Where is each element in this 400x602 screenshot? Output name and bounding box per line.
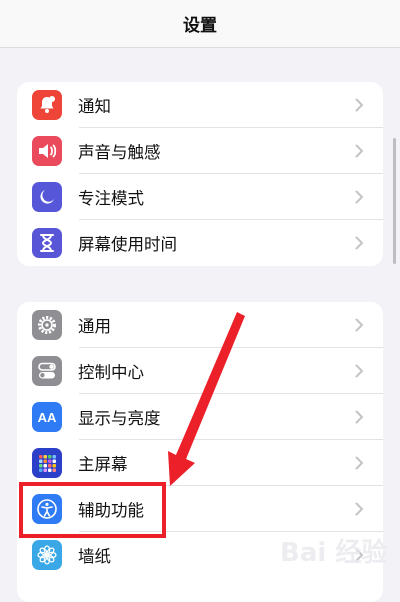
chevron-right-icon [349, 410, 369, 424]
chevron-right-icon [349, 318, 369, 332]
settings-row-accessibility[interactable]: 辅助功能 [17, 486, 383, 532]
settings-row-notifications[interactable]: 通知 [17, 82, 383, 128]
settings-row-label: 辅助功能 [78, 501, 144, 520]
settings-row-sounds[interactable]: 声音与触感 [17, 128, 383, 174]
chevron-right-icon [349, 236, 369, 250]
settings-row-home-screen[interactable]: 主屏幕 [17, 440, 383, 486]
settings-row-general[interactable]: 通用 [17, 302, 383, 348]
settings-row-label: 专注模式 [78, 189, 144, 208]
settings-row-label: 通用 [78, 317, 111, 336]
aa-icon-text: AA [37, 409, 57, 425]
settings-group-2: 通用 控制中心 AA 显示与亮度 主屏幕 辅助功能 墙纸 [17, 302, 383, 602]
chevron-right-icon [349, 190, 369, 204]
chevron-right-icon [349, 98, 369, 112]
aa-icon: AA [32, 402, 62, 432]
chevron-right-icon [349, 502, 369, 516]
settings-row-label: 声音与触感 [78, 143, 161, 162]
bell-icon [32, 90, 62, 120]
accessibility-icon [32, 494, 62, 524]
settings-row-screen-time[interactable]: 屏幕使用时间 [17, 220, 383, 266]
toggles-icon [32, 356, 62, 386]
settings-row-focus[interactable]: 专注模式 [17, 174, 383, 220]
settings-row-label: 通知 [78, 97, 111, 116]
chevron-right-icon [349, 456, 369, 470]
settings-row-label: 墙纸 [78, 547, 111, 566]
moon-icon [32, 182, 62, 212]
navigation-bar: 设置 [0, 0, 400, 48]
chevron-right-icon [349, 548, 369, 562]
scrollbar[interactable] [393, 138, 396, 264]
settings-row-label: 显示与亮度 [78, 409, 161, 428]
settings-group-1: 通知 声音与触感 专注模式 屏幕使用时间 [17, 82, 383, 266]
hourglass-icon [32, 228, 62, 258]
home-grid-icon [32, 448, 62, 478]
chevron-right-icon [349, 364, 369, 378]
chevron-right-icon [349, 144, 369, 158]
page-title: 设置 [183, 16, 217, 36]
speaker-icon [32, 136, 62, 166]
settings-row-wallpaper[interactable]: 墙纸 [17, 532, 383, 578]
settings-row-label: 控制中心 [78, 363, 144, 382]
flower-icon [32, 540, 62, 570]
settings-row-label: 屏幕使用时间 [78, 235, 177, 254]
settings-row-control-center[interactable]: 控制中心 [17, 348, 383, 394]
gear-icon [32, 310, 62, 340]
settings-row-label: 主屏幕 [78, 455, 128, 474]
settings-row-display[interactable]: AA 显示与亮度 [17, 394, 383, 440]
